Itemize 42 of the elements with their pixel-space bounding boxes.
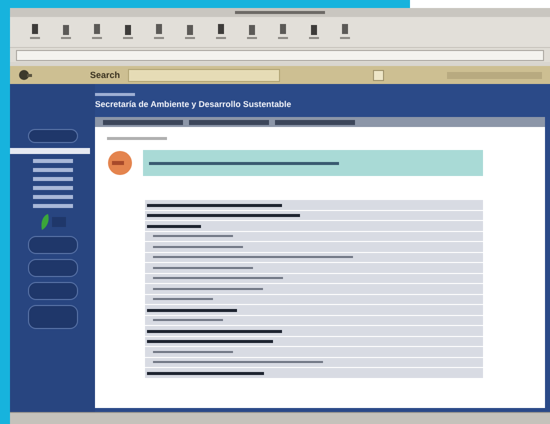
list-heading-row[interactable] xyxy=(145,200,483,210)
list-row[interactable] xyxy=(145,316,483,325)
list-heading-row[interactable] xyxy=(145,221,483,230)
sidebar-button[interactable] xyxy=(28,282,78,300)
toolbar-icon xyxy=(183,23,197,41)
tab[interactable] xyxy=(189,120,269,124)
sidebar-button[interactable] xyxy=(28,236,78,254)
toolbar-icon xyxy=(307,23,321,41)
search-field[interactable] xyxy=(128,68,280,82)
tab[interactable] xyxy=(103,120,183,124)
address-field[interactable] xyxy=(16,50,544,60)
page-title: Secretaría de Ambiente y Desarrollo Sustentable xyxy=(95,98,292,108)
list-heading-row[interactable] xyxy=(145,368,483,378)
list-heading-row[interactable] xyxy=(145,305,483,314)
toolbar-icon xyxy=(28,23,42,41)
sidebar-button[interactable] xyxy=(28,129,78,143)
toolbar-icon xyxy=(338,23,352,41)
sidebar-button[interactable] xyxy=(28,305,78,329)
list-heading-row[interactable] xyxy=(145,210,483,220)
list-row[interactable] xyxy=(145,294,483,304)
list-row[interactable] xyxy=(145,232,483,241)
round-icon xyxy=(107,150,133,176)
toolbar-icon xyxy=(90,23,104,41)
list-row[interactable] xyxy=(145,358,483,367)
dropdown-button[interactable] xyxy=(373,70,384,80)
list-row[interactable] xyxy=(145,242,483,252)
toolbar-icon xyxy=(121,23,135,41)
toolbar-icon xyxy=(214,23,228,41)
list-heading-row[interactable] xyxy=(145,336,483,346)
toolbar-icon xyxy=(245,23,259,41)
list-row[interactable] xyxy=(145,274,483,283)
list-row[interactable] xyxy=(145,263,483,272)
logo-icon xyxy=(18,69,32,81)
list-row[interactable] xyxy=(145,284,483,294)
search-label: Search xyxy=(90,70,120,80)
toolbar-icon xyxy=(276,23,290,41)
list-row[interactable] xyxy=(145,252,483,262)
tab[interactable] xyxy=(275,120,355,124)
toolbar-icon xyxy=(152,23,166,41)
list-heading-row[interactable] xyxy=(145,326,483,336)
toolbar-icon xyxy=(59,23,73,41)
sidebar-button[interactable] xyxy=(28,259,78,277)
